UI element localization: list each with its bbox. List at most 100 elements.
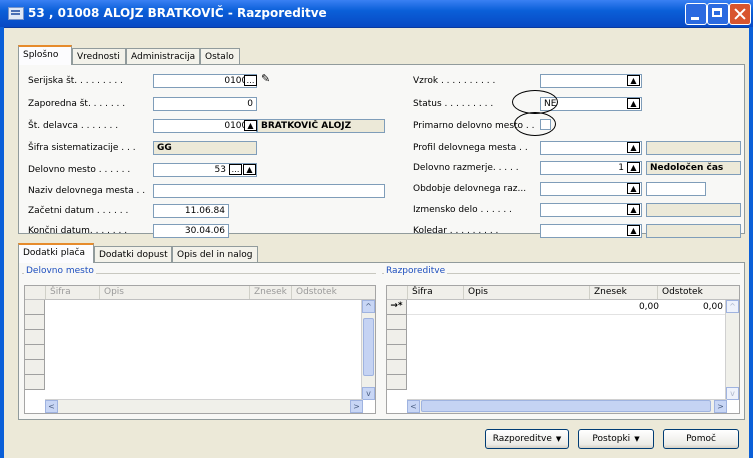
row-selector[interactable] bbox=[25, 360, 45, 375]
arrow-up-icon[interactable]: ▲ bbox=[627, 204, 640, 215]
window-frame-left bbox=[0, 27, 4, 458]
row-selector[interactable] bbox=[387, 360, 407, 375]
arrow-up-icon[interactable]: ▲ bbox=[243, 164, 256, 175]
scroll-thumb[interactable] bbox=[421, 400, 711, 412]
znesek-cell[interactable]: 0,00 bbox=[599, 302, 659, 312]
calendar-label: Koledar . . . . . . . . . bbox=[413, 226, 499, 236]
row-selector[interactable] bbox=[387, 315, 407, 330]
chevron-down-icon: ▼ bbox=[555, 435, 562, 443]
postopki-button[interactable]: Postopki ▼ bbox=[578, 429, 654, 449]
position-name-field[interactable] bbox=[153, 184, 385, 198]
pencil-icon[interactable]: ✎ bbox=[261, 72, 270, 85]
arrow-up-icon[interactable]: ▲ bbox=[627, 142, 640, 153]
window: 53 , 01008 ALOJZ BRATKOVIČ - Razporeditv… bbox=[0, 0, 753, 458]
systematization-code-label: Šifra sistematizacije . . . bbox=[28, 143, 136, 153]
scroll-right-icon[interactable]: > bbox=[714, 400, 727, 413]
employee-number-label: Št. delavca . . . . . . . bbox=[28, 121, 119, 131]
column-header: Odstotek bbox=[657, 286, 727, 299]
arrow-up-icon[interactable]: ▲ bbox=[627, 98, 640, 109]
razporeditve-label: Razporeditve bbox=[492, 434, 552, 444]
position-profile-label: Profil delovnega mesta . . bbox=[413, 143, 528, 153]
primary-position-highlight-circle bbox=[514, 112, 556, 136]
postopki-label: Postopki bbox=[592, 434, 631, 444]
employee-number-field[interactable]: 01008 bbox=[153, 119, 257, 133]
serial-number-field[interactable]: 01008 bbox=[153, 74, 257, 88]
ellipsis-icon[interactable]: … bbox=[244, 75, 257, 86]
odstotek-cell[interactable]: 0,00 bbox=[663, 302, 723, 312]
grid-header: Šifra Opis Znesek Odstotek bbox=[25, 286, 375, 300]
close-button[interactable] bbox=[729, 3, 751, 25]
tab-dodatki-placa[interactable]: Dodatki plača bbox=[18, 243, 94, 263]
horizontal-scrollbar[interactable]: < > bbox=[45, 399, 363, 413]
row-selector[interactable] bbox=[25, 345, 45, 360]
column-header: Odstotek bbox=[291, 286, 363, 299]
row-selector[interactable]: →* bbox=[387, 300, 407, 315]
tab-ostalo[interactable]: Ostalo bbox=[200, 48, 240, 65]
scroll-up-icon[interactable]: ^ bbox=[362, 300, 375, 313]
column-header: Znesek bbox=[589, 286, 659, 299]
scroll-left-icon[interactable]: < bbox=[407, 400, 420, 413]
vertical-scrollbar[interactable]: ^ v bbox=[725, 300, 739, 400]
arrow-up-icon[interactable]: ▲ bbox=[244, 120, 257, 131]
column-header: Opis bbox=[99, 286, 249, 299]
scroll-thumb[interactable] bbox=[363, 318, 374, 376]
app-icon bbox=[8, 7, 24, 20]
title-bar: 53 , 01008 ALOJZ BRATKOVIČ - Razporeditv… bbox=[0, 0, 753, 28]
row-selector[interactable] bbox=[25, 300, 45, 315]
row-selector[interactable] bbox=[25, 330, 45, 345]
horizontal-scrollbar[interactable]: < > bbox=[407, 399, 727, 413]
tab-opis-del-in-nalog[interactable]: Opis del in nalog bbox=[172, 246, 258, 263]
vertical-scrollbar[interactable]: ^ v bbox=[361, 300, 375, 400]
employment-type-label: Delovno razmerje. . . . . bbox=[413, 163, 519, 173]
maximize-button[interactable] bbox=[707, 3, 729, 25]
status-highlight-circle bbox=[512, 90, 558, 114]
sequence-number-label: Zaporedna št. . . . . . . bbox=[28, 99, 126, 109]
status-label: Status . . . . . . . . . bbox=[413, 99, 494, 109]
tab-dodatki-dopust[interactable]: Dodatki dopust bbox=[94, 246, 172, 263]
row-selector[interactable] bbox=[25, 315, 45, 330]
tab-splosno[interactable]: Splošno bbox=[18, 45, 72, 65]
employment-period-extra[interactable] bbox=[646, 182, 706, 196]
work-position-grid: Šifra Opis Znesek Odstotek ^ v < > bbox=[24, 285, 376, 414]
reason-label: Vzrok . . . . . . . . . . bbox=[413, 76, 496, 86]
scroll-down-icon[interactable]: v bbox=[726, 387, 739, 400]
tab-administracija[interactable]: Administracija bbox=[126, 48, 200, 65]
end-date-label: Končni datum. . . . . . . bbox=[28, 226, 128, 236]
employment-type-desc: Nedoločen čas bbox=[646, 161, 741, 175]
position-profile-desc bbox=[646, 141, 741, 155]
assignments-grid: Šifra Opis Znesek Odstotek →* 0,00 0,00 … bbox=[386, 285, 740, 414]
position-name-label: Naziv delovnega mesta . . bbox=[28, 186, 146, 196]
shift-work-desc bbox=[646, 203, 741, 217]
employment-period-label: Obdobje delovnega raz... bbox=[413, 184, 527, 194]
window-title: 53 , 01008 ALOJZ BRATKOVIČ - Razporeditv… bbox=[28, 6, 327, 20]
systematization-code-field: GG bbox=[153, 141, 257, 155]
tab-vrednosti[interactable]: Vrednosti bbox=[72, 48, 126, 65]
arrow-up-icon[interactable]: ▲ bbox=[627, 162, 640, 173]
row-selector[interactable] bbox=[387, 375, 407, 390]
scroll-left-icon[interactable]: < bbox=[45, 400, 58, 413]
scroll-down-icon[interactable]: v bbox=[362, 387, 375, 400]
shift-work-label: Izmensko delo . . . . . . bbox=[413, 205, 512, 215]
arrow-up-icon[interactable]: ▲ bbox=[627, 225, 640, 236]
serial-number-label: Serijska št. . . . . . . . . bbox=[28, 76, 123, 86]
table-row[interactable]: 0,00 0,00 bbox=[407, 300, 727, 315]
arrow-up-icon[interactable]: ▲ bbox=[627, 75, 640, 86]
assignments-group-title: Razporeditve bbox=[384, 266, 448, 276]
row-selector[interactable] bbox=[25, 375, 45, 390]
pomoc-button[interactable]: Pomoč bbox=[663, 429, 739, 449]
minimize-button[interactable] bbox=[685, 3, 707, 25]
work-position-label: Delovno mesto . . . . . . bbox=[28, 165, 131, 175]
arrow-up-icon[interactable]: ▲ bbox=[627, 183, 640, 194]
razporeditve-button[interactable]: Razporeditve ▼ bbox=[485, 429, 569, 449]
start-date-field[interactable]: 11.06.84 bbox=[153, 204, 229, 218]
row-selector[interactable] bbox=[387, 330, 407, 345]
scroll-right-icon[interactable]: > bbox=[350, 400, 363, 413]
ellipsis-icon[interactable]: … bbox=[229, 164, 242, 175]
employee-name-field: BRATKOVIČ ALOJZ bbox=[257, 119, 385, 133]
scroll-up-icon[interactable]: ^ bbox=[726, 300, 739, 313]
calendar-desc bbox=[646, 224, 741, 238]
end-date-field[interactable]: 30.04.06 bbox=[153, 224, 229, 238]
row-selector[interactable] bbox=[387, 345, 407, 360]
sequence-number-field[interactable]: 0 bbox=[153, 97, 257, 111]
chevron-down-icon: ▼ bbox=[634, 435, 640, 443]
